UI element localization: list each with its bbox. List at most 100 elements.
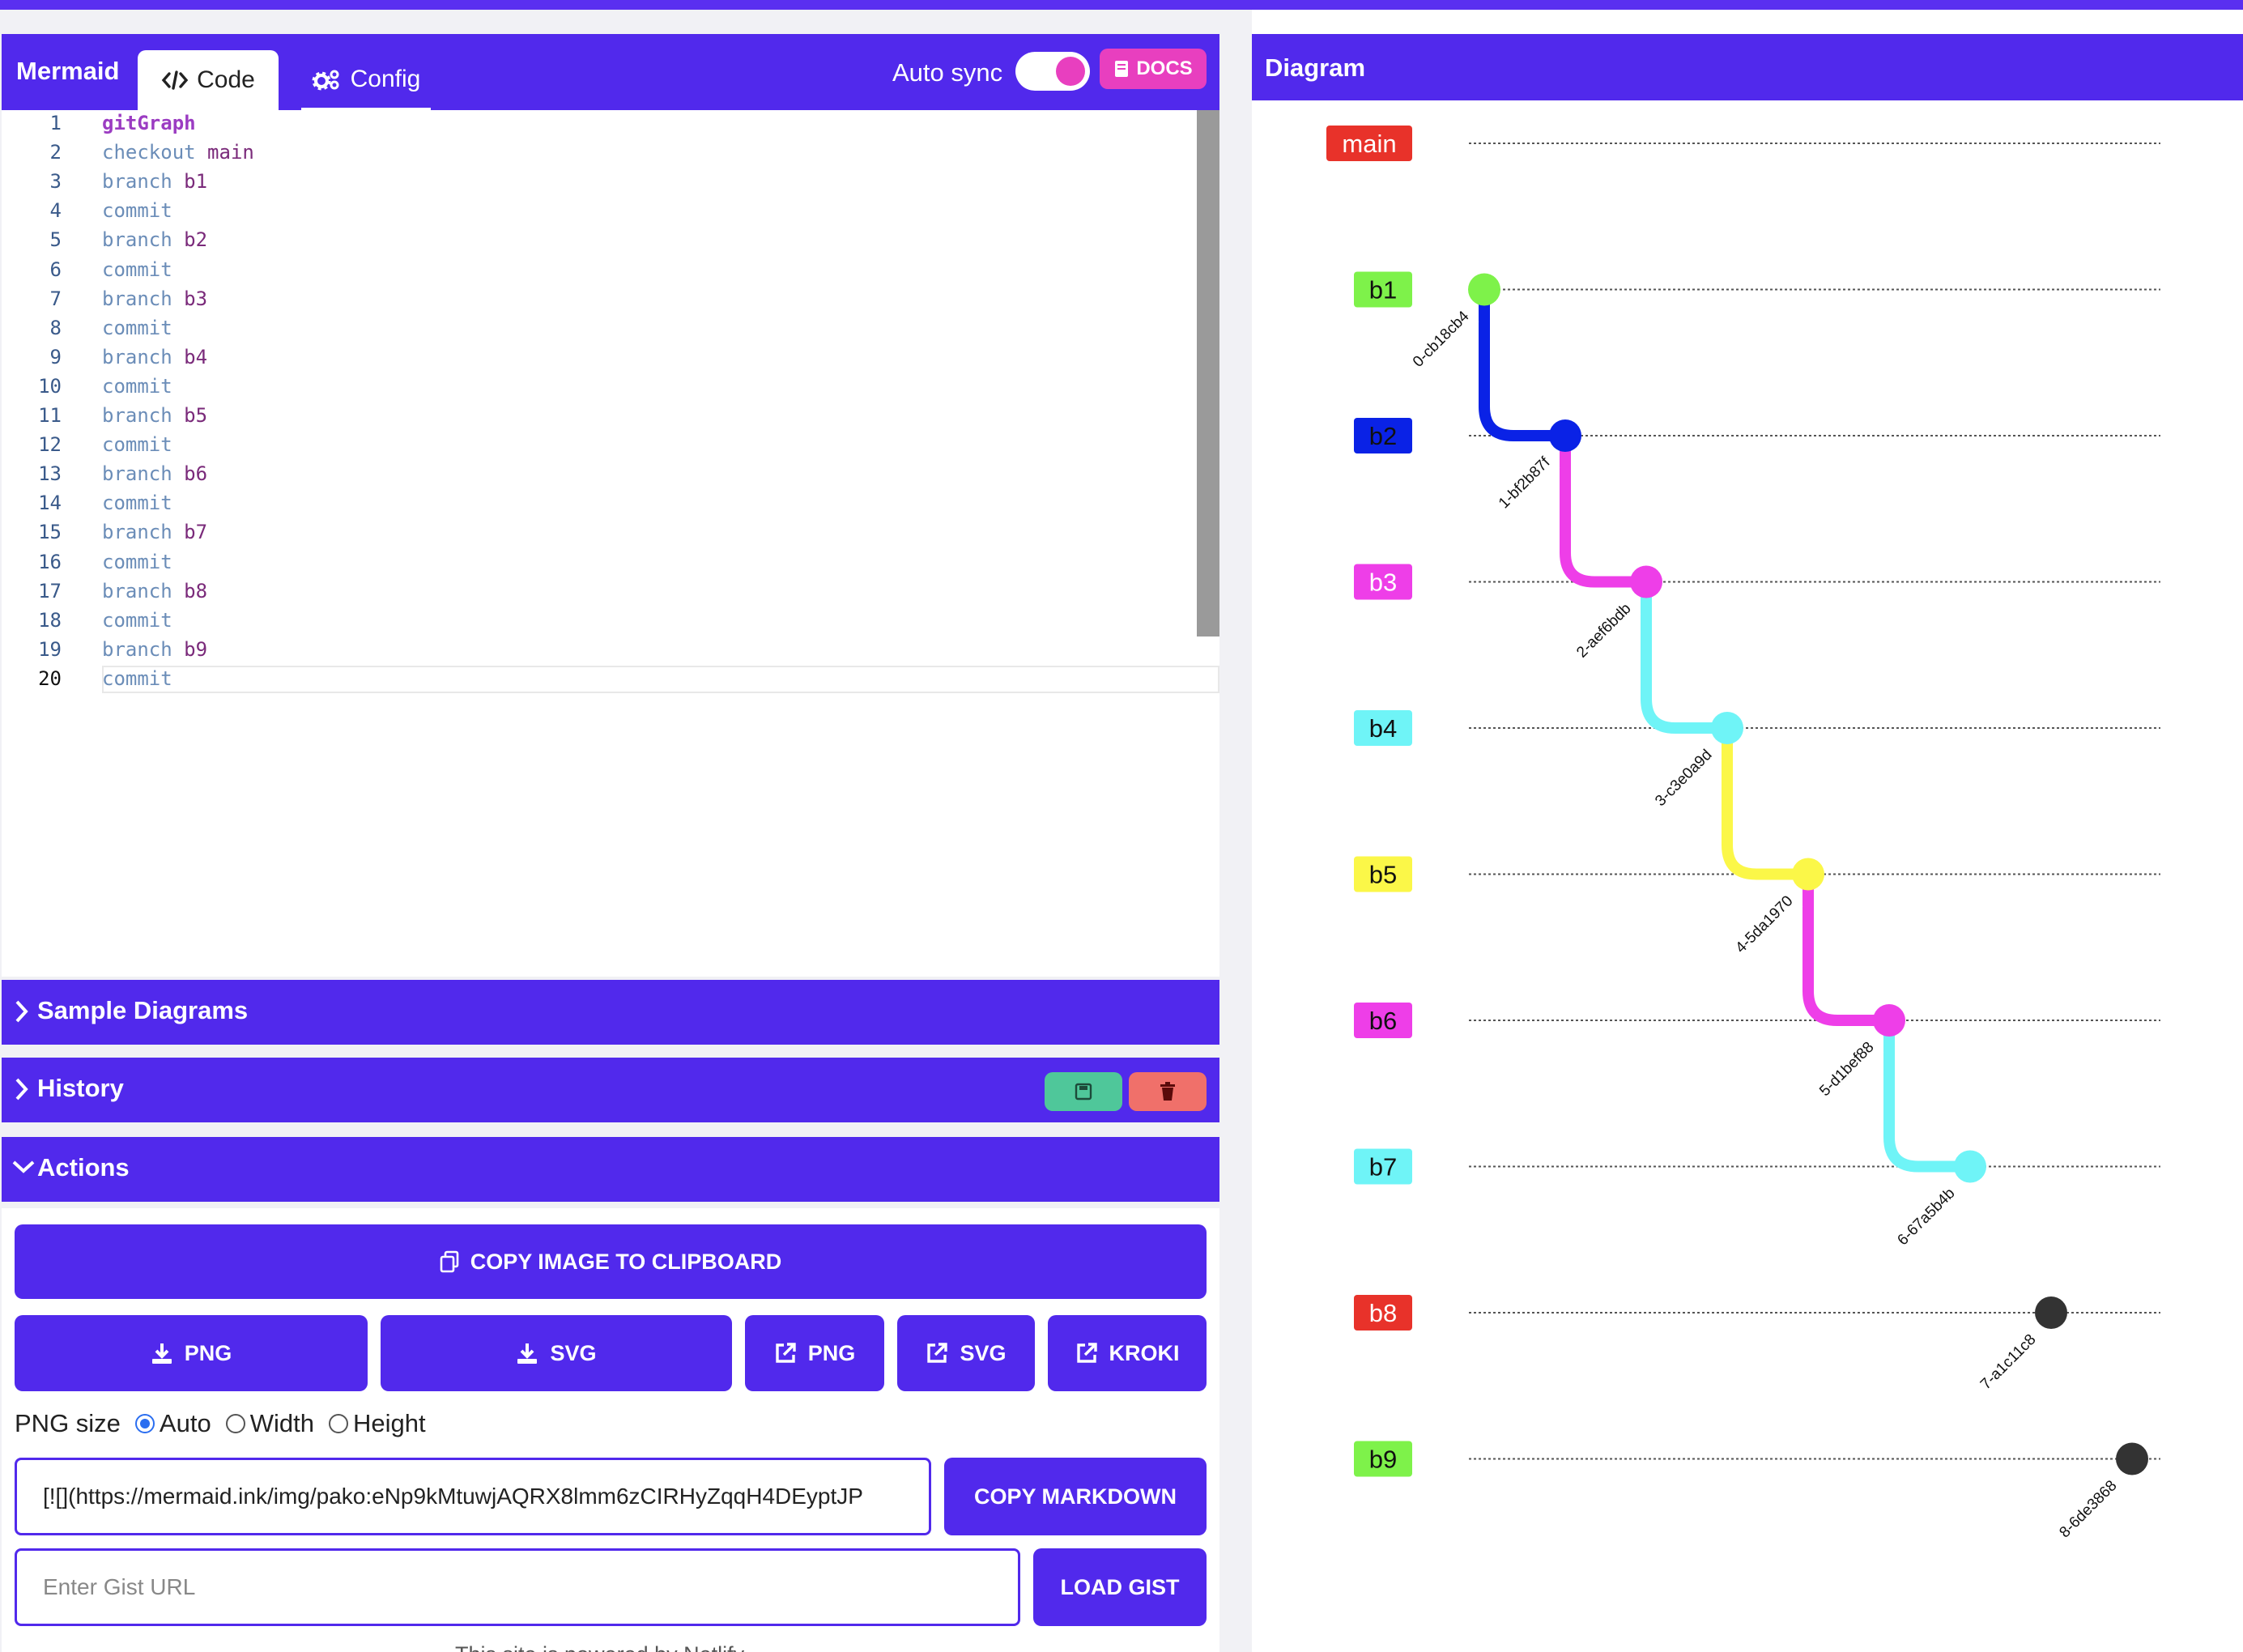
code-keyword: branch	[102, 462, 185, 486]
line-number: 15	[38, 521, 62, 544]
line-number: 17	[38, 579, 62, 602]
code-keyword: commit	[102, 316, 172, 339]
commit-label: 1-bf2b87f	[1496, 453, 1554, 512]
line-number: 19	[38, 637, 62, 661]
code-keyword: commit	[102, 199, 172, 223]
commit-dot	[1468, 273, 1500, 306]
save-history-button[interactable]	[1045, 1072, 1122, 1111]
copy-markdown-button[interactable]: COPY MARKDOWN	[944, 1458, 1207, 1535]
branch-label-text: b1	[1369, 276, 1397, 304]
code-line: branch b9	[102, 638, 207, 661]
toggle-knob	[1056, 57, 1085, 86]
tab-code-label: Code	[197, 66, 255, 93]
pane-divider[interactable]	[1221, 10, 1252, 1652]
open-png-label: PNG	[807, 1340, 856, 1365]
history-panel[interactable]: History	[2, 1058, 1219, 1122]
branch-label-text: b7	[1369, 1153, 1397, 1182]
copy-icon	[440, 1250, 459, 1273]
code-keyword: commit	[102, 492, 172, 515]
branch-label-text: b3	[1369, 568, 1397, 597]
download-svg-button[interactable]: SVG	[381, 1315, 732, 1391]
branch-label-text: b8	[1369, 1299, 1397, 1327]
commit-dot	[2116, 1442, 2148, 1475]
trash-icon	[1160, 1082, 1175, 1101]
line-number: 2	[49, 141, 62, 164]
commit-label: 3-c3e0a9d	[1652, 747, 1715, 810]
code-keyword: commit	[102, 258, 172, 281]
branch-connector	[1479, 283, 1571, 441]
code-icon	[161, 70, 189, 90]
tab-config[interactable]: Config	[301, 50, 431, 110]
code-line: branch b3	[102, 287, 207, 310]
code-identifier: b3	[184, 287, 208, 310]
code-identifier: b7	[184, 521, 208, 544]
png-size-auto-label: Auto	[159, 1409, 211, 1437]
save-icon	[1075, 1083, 1092, 1101]
actions-body: COPY IMAGE TO CLIPBOARD PNG SVG PNG SVG …	[2, 1208, 1219, 1652]
copy-markdown-label: COPY MARKDOWN	[973, 1484, 1177, 1509]
code-editor[interactable]: 1 2 3 4 5 6 7 8 9 10 11 12 13 14 15 16 17 18 19 20 gitGraph…	[2, 110, 1219, 977]
code-line: commit	[102, 199, 172, 222]
code-identifier: b1	[184, 170, 208, 194]
gist-url-placeholder: Enter Gist URL	[43, 1574, 196, 1599]
code-identifier: main	[207, 141, 254, 164]
commit-dot	[1711, 712, 1743, 744]
external-link-icon	[776, 1343, 796, 1363]
branch-connector	[1802, 868, 1895, 1026]
open-svg-button[interactable]: SVG	[897, 1315, 1035, 1391]
chevron-right-icon	[15, 1000, 28, 1023]
gist-url-input[interactable]: Enter Gist URL	[15, 1548, 1020, 1626]
book-icon	[1115, 61, 1129, 77]
top-accent-bar	[0, 0, 2243, 10]
code-keyword: branch	[102, 170, 185, 194]
commit-label: 2-aef6bdb	[1573, 600, 1634, 661]
code-line: branch b6	[102, 462, 207, 485]
code-keyword: branch	[102, 579, 185, 602]
png-size-width-radio[interactable]	[225, 1414, 245, 1433]
current-line-highlight	[102, 666, 1219, 693]
code-line: commit	[102, 375, 172, 398]
external-link-icon	[1076, 1343, 1097, 1363]
line-number: 3	[49, 170, 62, 194]
download-png-button[interactable]: PNG	[15, 1315, 368, 1391]
diagram-title: Diagram	[1265, 53, 1366, 82]
png-size-auto-radio[interactable]	[134, 1414, 155, 1433]
load-gist-button[interactable]: LOAD GIST	[1033, 1548, 1207, 1626]
code-line: branch b5	[102, 404, 207, 427]
png-size-width-label: Width	[249, 1409, 314, 1437]
branch-connector	[1560, 430, 1652, 588]
markdown-value: [![](https://mermaid.ink/img/pako:eNp9kM…	[43, 1484, 863, 1509]
commit-dot	[1873, 1004, 1905, 1037]
code-line: commit	[102, 551, 172, 573]
editor-scrollbar[interactable]	[1197, 110, 1219, 637]
line-number: 1	[49, 112, 62, 134]
line-number: 13	[38, 462, 62, 486]
auto-sync-toggle[interactable]	[1015, 52, 1090, 91]
editor-header: Mermaid Code Config Auto sync DOCS	[2, 34, 1219, 110]
code-keyword: branch	[102, 637, 185, 661]
commit-label: 5-d1bef88	[1816, 1039, 1877, 1100]
branch-label-text: b6	[1369, 1007, 1397, 1035]
code-line: commit	[102, 317, 172, 339]
footer-text: This site is powered by Netlify	[455, 1642, 744, 1652]
commit-dot	[1630, 565, 1662, 598]
commit-label: 8-6de3868	[2056, 1477, 2120, 1541]
line-number: 5	[49, 228, 62, 252]
actions-panel[interactable]: Actions	[2, 1137, 1219, 1202]
code-keyword: commit	[102, 374, 172, 398]
markdown-field[interactable]: [![](https://mermaid.ink/img/pako:eNp9kM…	[15, 1458, 931, 1535]
open-png-button[interactable]: PNG	[745, 1315, 884, 1391]
tab-config-label: Config	[350, 65, 421, 92]
gears-icon	[312, 70, 339, 90]
sample-diagrams-panel[interactable]: Sample Diagrams	[2, 980, 1219, 1045]
auto-sync-label: Auto sync	[892, 58, 1003, 87]
docs-button[interactable]: DOCS	[1100, 49, 1207, 89]
sample-diagrams-label: Sample Diagrams	[37, 996, 249, 1024]
clear-history-button[interactable]	[1129, 1072, 1207, 1111]
copy-image-button[interactable]: COPY IMAGE TO CLIPBOARD	[15, 1224, 1207, 1299]
tab-code[interactable]: Code	[138, 50, 279, 110]
code-identifier: b4	[184, 345, 208, 368]
kroki-button[interactable]: KROKI	[1048, 1315, 1207, 1391]
code-line: branch b8	[102, 580, 207, 602]
png-size-height-radio[interactable]	[328, 1414, 348, 1433]
